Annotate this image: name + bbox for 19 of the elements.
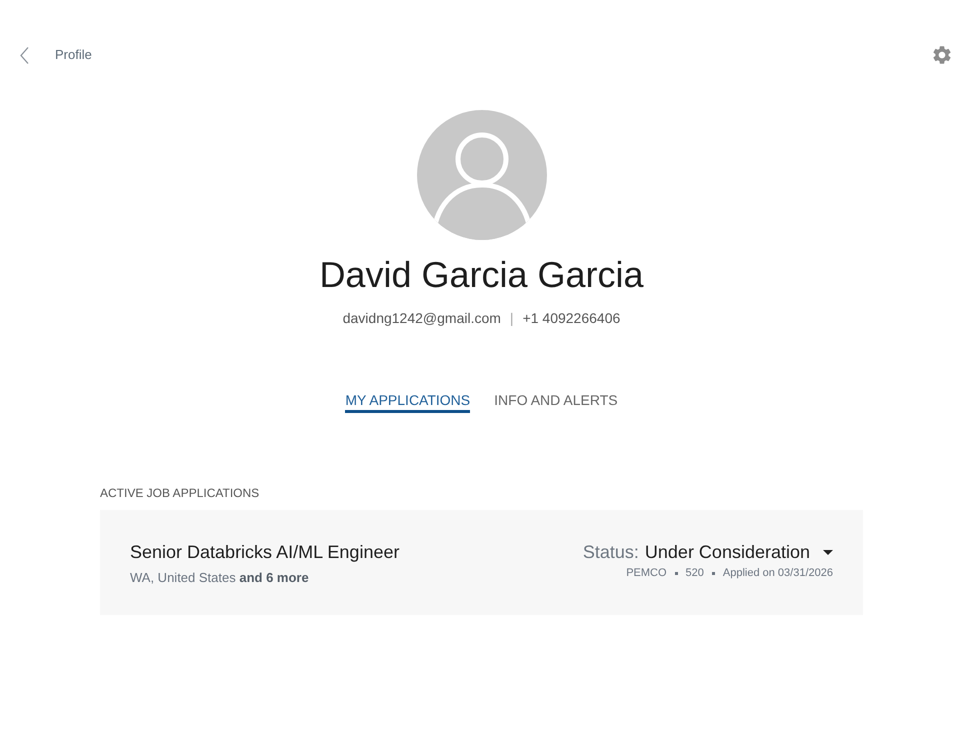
job-title[interactable]: Senior Databricks AI/ML Engineer: [130, 540, 400, 564]
page-title: Profile: [55, 46, 92, 64]
profile-name: David Garcia Garcia: [319, 254, 644, 296]
company-name: PEMCO: [626, 566, 667, 580]
job-id: 520: [686, 566, 704, 580]
status-label: Status:: [582, 541, 639, 564]
settings-icon[interactable]: [931, 44, 953, 66]
status-dropdown[interactable]: Under Consideration: [644, 540, 833, 564]
job-location: WA, United States and 6 more: [130, 569, 309, 587]
email-address: davidng1242@gmail.com: [342, 309, 501, 328]
section-heading: ACTIVE JOB APPLICATIONS: [100, 485, 260, 501]
applied-date: Applied on 03/31/2026: [722, 566, 833, 580]
caret-icon: [823, 550, 833, 554]
tab[interactable]: MY APPLICATIONS: [345, 391, 470, 413]
contact-separator: |: [510, 309, 514, 328]
phone-number: +1 4092266406: [522, 309, 620, 328]
tab[interactable]: INFO AND ALERTS: [494, 391, 618, 413]
back-chevron-icon[interactable]: [20, 46, 29, 64]
avatar-silhouette-icon: [416, 110, 546, 240]
